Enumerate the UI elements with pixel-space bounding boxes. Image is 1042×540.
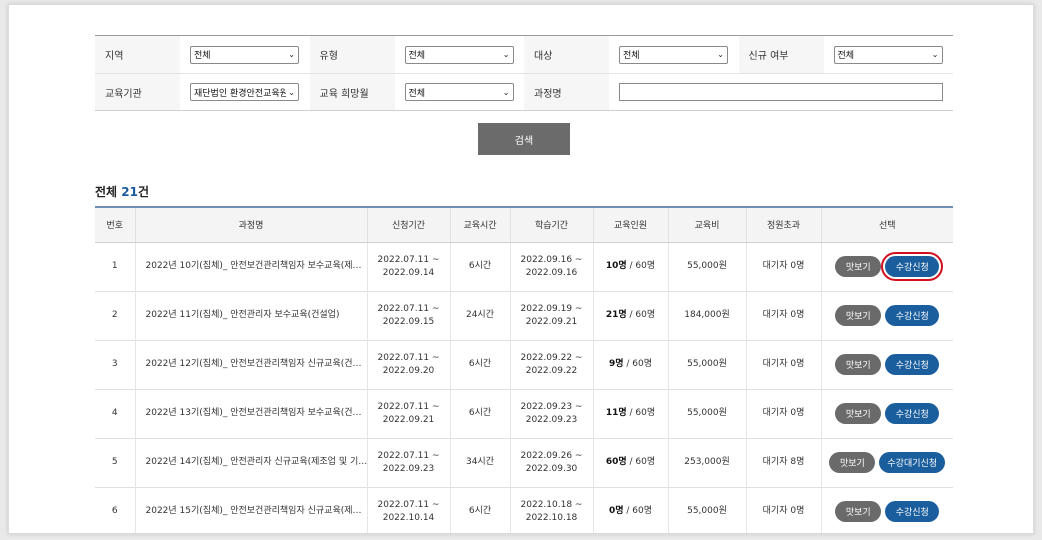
column-header: 선택: [820, 206, 953, 243]
column-header: 학습기간: [509, 206, 593, 243]
apply-button[interactable]: 수강신청: [885, 305, 940, 326]
course-title-link[interactable]: 2022년 15기(집체)_ 안전보건관리책임자 신규교육(제…: [134, 487, 367, 533]
preview-button[interactable]: 맛보기: [835, 354, 882, 375]
table-row: 1 2022년 10기(집체)_ 안전보건관리책임자 보수교육(제… 2022.…: [95, 242, 953, 291]
result-total: 전체 21건: [95, 185, 150, 199]
preview-button[interactable]: 맛보기: [835, 403, 882, 424]
course-table: 번호 과정명 신청기간 교육시간 학습기간 교육인원 교육비 정원초과 선택 1…: [95, 206, 953, 533]
filter-label-new: 신규 여부: [738, 36, 824, 73]
filter-label-month: 교육 희망월: [309, 74, 395, 110]
column-header: 신청기간: [366, 206, 450, 243]
table-header-row: 번호 과정명 신청기간 교육시간 학습기간 교육인원 교육비 정원초과 선택: [95, 206, 953, 243]
column-header: 교육비: [667, 206, 746, 243]
filter-label-course-name: 과정명: [524, 74, 609, 110]
region-select[interactable]: 전체 ⌄: [190, 45, 299, 64]
type-select[interactable]: 전체 ⌄: [404, 45, 514, 64]
chevron-down-icon: ⌄: [288, 87, 295, 97]
filter-row-2: 교육기관 재단법인 환경안전교육원 ⌄ 교육 희망월 전체 ⌄ 과정명: [95, 73, 953, 110]
apply-button[interactable]: 수강신청: [881, 252, 944, 281]
filter-label-institution: 교육기관: [95, 74, 180, 110]
result-count: 21: [121, 185, 138, 199]
search-button[interactable]: 검색: [478, 123, 570, 155]
chevron-down-icon: ⌄: [288, 50, 295, 59]
search-filter-panel: 지역 전체 ⌄ 유형 전체 ⌄ 대상 전체 ⌄ 신규 여부 전체 ⌄ 교육기관 재단법인…: [95, 35, 953, 111]
apply-button[interactable]: 수강신청: [885, 354, 940, 375]
column-header: 정원초과: [745, 206, 821, 243]
filter-label-target: 대상: [524, 36, 609, 73]
preview-button[interactable]: 맛보기: [835, 256, 882, 277]
table-row: 5 2022년 14기(집체)_ 안전관리자 신규교육(제조업 및 기… 202…: [95, 438, 953, 487]
column-header: 교육시간: [449, 206, 510, 243]
table-row: 2 2022년 11기(집체)_ 안전관리자 보수교육(건설업) 2022.07…: [95, 291, 953, 340]
column-header: 교육인원: [592, 206, 668, 243]
page-frame: 지역 전체 ⌄ 유형 전체 ⌄ 대상 전체 ⌄ 신규 여부 전체 ⌄ 교육기관 재단법인…: [8, 4, 1034, 534]
apply-button[interactable]: 수강신청: [885, 501, 940, 522]
course-title-link[interactable]: 2022년 10기(집체)_ 안전보건관리책임자 보수교육(제…: [134, 242, 367, 291]
course-name-input[interactable]: [619, 83, 943, 101]
table-row: 6 2022년 15기(집체)_ 안전보건관리책임자 신규교육(제… 2022.…: [95, 487, 953, 533]
target-select[interactable]: 전체 ⌄: [619, 45, 728, 64]
preview-button[interactable]: 맛보기: [829, 452, 876, 473]
chevron-down-icon: ⌄: [502, 50, 510, 59]
filter-label-type: 유형: [309, 36, 395, 73]
apply-button[interactable]: 수강신청: [885, 403, 940, 424]
chevron-down-icon: ⌄: [931, 50, 939, 59]
course-title-link[interactable]: 2022년 12기(집체)_ 안전보건관리책임자 신규교육(건…: [134, 340, 367, 389]
institution-select[interactable]: 재단법인 환경안전교육원 ⌄: [190, 83, 299, 101]
chevron-down-icon: ⌄: [717, 50, 724, 59]
course-title-link[interactable]: 2022년 11기(집체)_ 안전관리자 보수교육(건설업): [134, 291, 367, 340]
preview-button[interactable]: 맛보기: [835, 501, 882, 522]
chevron-down-icon: ⌄: [502, 87, 510, 97]
column-header: 과정명: [134, 206, 367, 243]
waitlist-apply-button[interactable]: 수강대기신청: [879, 452, 946, 473]
month-select[interactable]: 전체 ⌄: [404, 83, 514, 101]
filter-row-1: 지역 전체 ⌄ 유형 전체 ⌄ 대상 전체 ⌄ 신규 여부 전체 ⌄: [95, 36, 953, 73]
preview-button[interactable]: 맛보기: [835, 305, 882, 326]
column-header: 번호: [95, 206, 135, 243]
course-title-link[interactable]: 2022년 14기(집체)_ 안전관리자 신규교육(제조업 및 기…: [134, 438, 367, 487]
new-status-select[interactable]: 전체 ⌄: [833, 45, 943, 64]
course-title-link[interactable]: 2022년 13기(집체)_ 안전보건관리책임자 보수교육(건…: [134, 389, 367, 438]
table-row: 3 2022년 12기(집체)_ 안전보건관리책임자 신규교육(건… 2022.…: [95, 340, 953, 389]
table-row: 4 2022년 13기(집체)_ 안전보건관리책임자 보수교육(건… 2022.…: [95, 389, 953, 438]
filter-label-region: 지역: [95, 36, 180, 73]
